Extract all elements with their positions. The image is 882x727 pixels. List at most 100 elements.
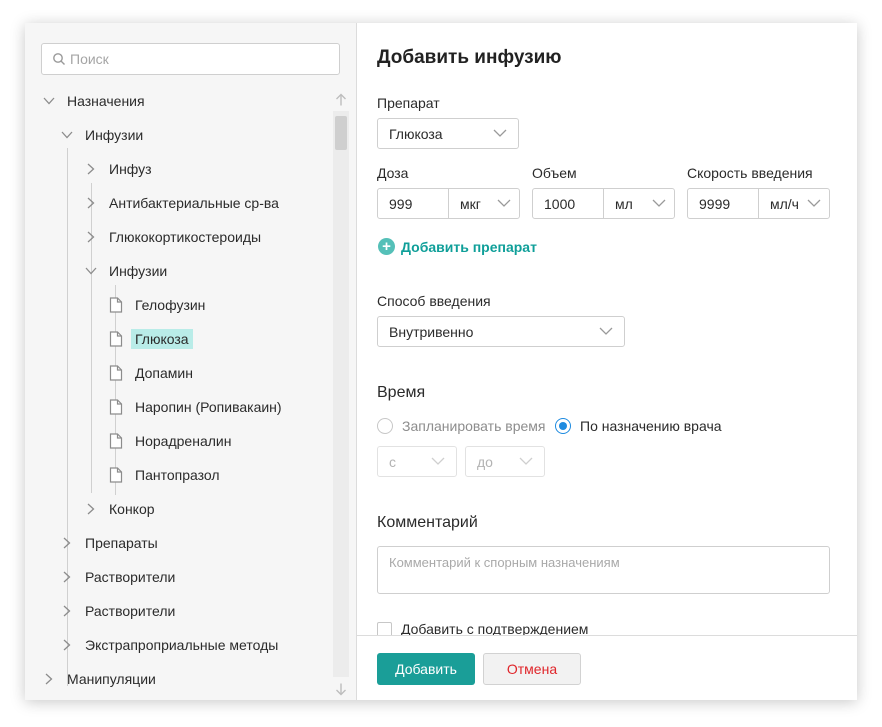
drug-select[interactable]: Глюкоза	[377, 118, 519, 149]
drug-select-value: Глюкоза	[389, 125, 443, 142]
dose-field[interactable]: 999 мкг	[377, 188, 520, 219]
chevron-down-icon[interactable]	[81, 261, 101, 281]
tree-node-label: Конкор	[109, 501, 155, 517]
radio-schedule-time[interactable]: Запланировать время	[377, 418, 545, 434]
tree-node-glucocorticosteroids[interactable]: Глюкокортикостероиды	[81, 223, 265, 251]
tree-node-solvents-2[interactable]: Растворители	[57, 597, 179, 625]
add-drug-button[interactable]: + Добавить препарат	[378, 238, 537, 255]
dose-unit-select[interactable]: мкг	[449, 189, 519, 218]
radio-schedule-label: Запланировать время	[402, 418, 546, 434]
tree-node-manipulations[interactable]: Манипуляции	[39, 665, 160, 693]
time-heading: Время	[377, 384, 426, 401]
scrollbar-track[interactable]	[333, 111, 349, 677]
dose-input[interactable]: 999	[378, 189, 449, 218]
tree-leaf-pantoprazole[interactable]: Пантопразол	[107, 461, 224, 489]
catalog-panel: Назначения Инфузии Инфуз Антибактериальн…	[25, 23, 357, 700]
chevron-right-icon[interactable]	[57, 601, 77, 621]
chevron-right-icon[interactable]	[81, 159, 101, 179]
volume-input[interactable]: 1000	[533, 189, 604, 218]
chevron-right-icon[interactable]	[57, 567, 77, 587]
chevron-down-icon	[807, 199, 821, 207]
tree-node-label: Антибактериальные ср-ва	[109, 195, 279, 211]
rate-unit-select[interactable]: мл/ч	[759, 189, 829, 218]
document-icon	[109, 331, 123, 347]
volume-field[interactable]: 1000 мл	[532, 188, 675, 219]
chevron-right-icon[interactable]	[81, 499, 101, 519]
tree-leaf-glucose[interactable]: Глюкоза	[107, 325, 193, 353]
radio-circle[interactable]	[377, 418, 393, 434]
tree-leaf-naropin[interactable]: Наропин (Ропивакаин)	[107, 393, 286, 421]
scrollbar-thumb[interactable]	[335, 116, 347, 150]
dose-label: Доза	[377, 165, 409, 181]
page-title: Добавить инфузию	[377, 47, 562, 68]
chevron-down-icon[interactable]	[57, 125, 77, 145]
dialog-window: Назначения Инфузии Инфуз Антибактериальн…	[25, 23, 857, 700]
cancel-button[interactable]: Отмена	[483, 653, 581, 685]
volume-unit-select[interactable]: мл	[604, 189, 674, 218]
comment-heading: Комментарий	[377, 514, 478, 531]
chevron-right-icon[interactable]	[81, 227, 101, 247]
rate-field[interactable]: 9999 мл/ч	[687, 188, 830, 219]
tree-node-infuz[interactable]: Инфуз	[81, 155, 156, 183]
arrow-up-icon[interactable]	[333, 91, 349, 107]
form-footer: Добавить Отмена	[357, 635, 857, 700]
route-select[interactable]: Внутривенно	[377, 316, 625, 347]
chevron-down-icon	[497, 199, 511, 207]
time-from-select[interactable]: с	[377, 446, 457, 477]
radio-doctor-order[interactable]: По назначению врача	[555, 418, 722, 434]
tree-node-label: Растворители	[85, 569, 176, 585]
chevron-right-icon[interactable]	[39, 669, 59, 689]
tree-node-extraproprial[interactable]: Экстрапроприальные методы	[57, 631, 282, 659]
chevron-down-icon	[599, 327, 613, 335]
tree-leaf-label: Наропин (Ропивакаин)	[135, 399, 282, 415]
infusion-form: Добавить инфузию Препарат Глюкоза Доза 9…	[357, 23, 857, 700]
tree-node-label: Инфузии	[85, 127, 144, 143]
tree-node-infusions-sub[interactable]: Инфузии	[81, 257, 171, 285]
tree-node-konkor[interactable]: Конкор	[81, 495, 159, 523]
comment-textarea[interactable]	[377, 546, 830, 594]
tree-leaf-label-selected: Глюкоза	[131, 329, 193, 349]
chevron-down-icon	[431, 457, 445, 465]
chevron-down-icon	[493, 129, 507, 137]
tree-node-appointments[interactable]: Назначения	[39, 87, 149, 115]
rate-unit-value: мл/ч	[770, 195, 799, 212]
add-drug-label: Добавить препарат	[401, 238, 537, 255]
tree-node-label: Растворители	[85, 603, 176, 619]
tree-leaf-label: Допамин	[135, 365, 193, 381]
chevron-right-icon[interactable]	[57, 533, 77, 553]
route-select-value: Внутривенно	[389, 323, 474, 340]
submit-button[interactable]: Добавить	[377, 653, 475, 685]
chevron-right-icon[interactable]	[81, 193, 101, 213]
radio-circle-checked[interactable]	[555, 418, 571, 434]
tree-node-antibacterial[interactable]: Антибактериальные ср-ва	[81, 189, 283, 217]
volume-unit-value: мл	[615, 195, 633, 212]
route-label: Способ введения	[377, 293, 491, 309]
time-to-select[interactable]: до	[465, 446, 545, 477]
document-icon	[109, 399, 123, 415]
tree-leaf-label: Норадреналин	[135, 433, 232, 449]
tree-leaf-label: Пантопразол	[135, 467, 220, 483]
tree-node-infusions[interactable]: Инфузии	[57, 121, 147, 149]
tree-node-label: Экстрапроприальные методы	[85, 637, 279, 653]
dose-unit-value: мкг	[460, 195, 481, 212]
rate-input[interactable]: 9999	[688, 189, 759, 218]
plus-icon: +	[378, 238, 395, 255]
tree-node-label: Манипуляции	[67, 671, 156, 687]
tree-scrollbar[interactable]	[333, 91, 349, 697]
tree-leaf-gelofusin[interactable]: Гелофузин	[107, 291, 209, 319]
tree-node-preparations[interactable]: Препараты	[57, 529, 162, 557]
tree-node-label: Инфуз	[109, 161, 152, 177]
tree-node-solvents[interactable]: Растворители	[57, 563, 179, 591]
document-icon	[109, 297, 123, 313]
tree-node-label: Препараты	[85, 535, 158, 551]
radio-doctor-label: По назначению врача	[580, 418, 722, 434]
chevron-down-icon[interactable]	[39, 91, 59, 111]
tree-leaf-noradrenaline[interactable]: Норадреналин	[107, 427, 235, 455]
drug-tree: Назначения Инфузии Инфуз Антибактериальн…	[25, 23, 333, 700]
arrow-down-icon[interactable]	[333, 681, 349, 697]
tree-leaf-label: Гелофузин	[135, 297, 206, 313]
volume-label: Объем	[532, 165, 577, 181]
chevron-right-icon[interactable]	[57, 635, 77, 655]
tree-leaf-dopamine[interactable]: Допамин	[107, 359, 197, 387]
time-from-placeholder: с	[389, 453, 396, 470]
